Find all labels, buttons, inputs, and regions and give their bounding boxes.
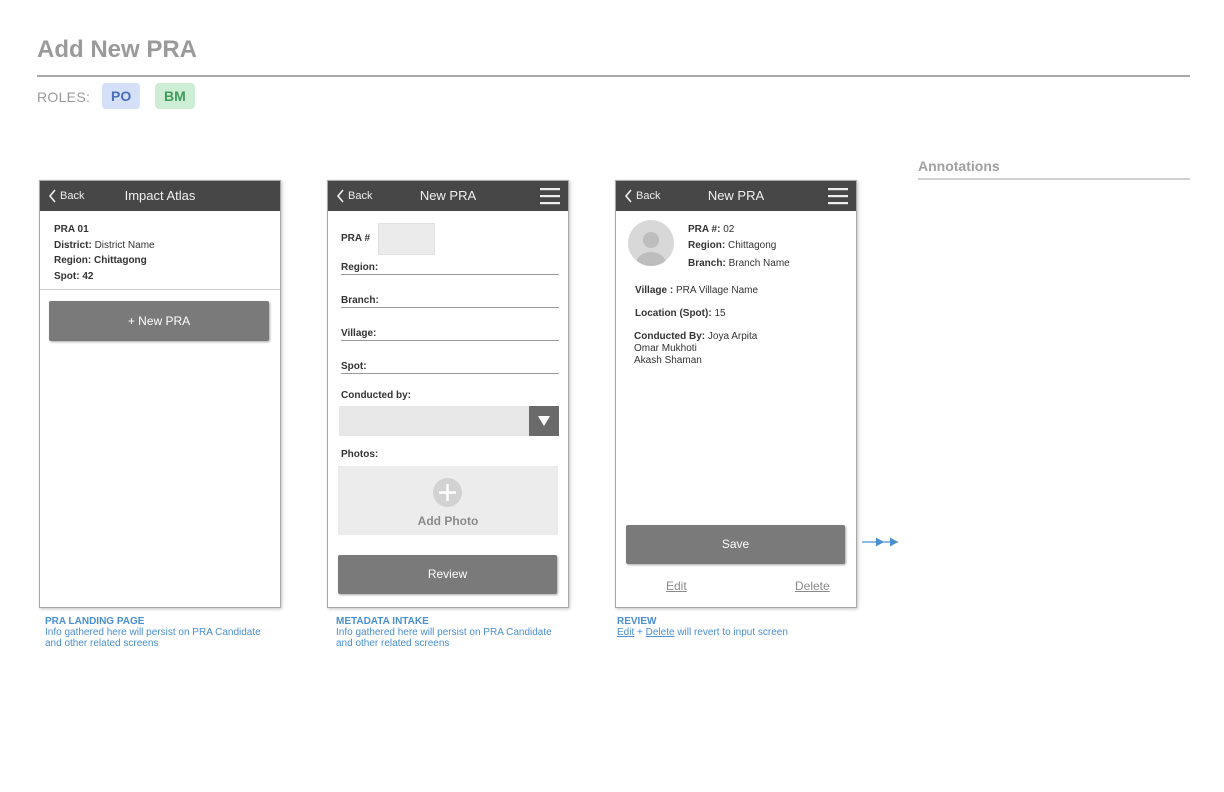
add-photo-area[interactable]: Add Photo [338,466,558,535]
pra-number-row: PRA #: 02 [688,224,734,235]
dropdown-arrow-icon[interactable] [529,406,559,436]
region-label: Region: [54,255,92,266]
chevron-left-icon [624,189,632,203]
spot-field-label: Spot: [341,361,367,372]
location-label: Location (Spot): [635,308,712,319]
branch-value: Branch Name [728,258,790,269]
pra-number-label: PRA #: [688,224,721,235]
back-button[interactable]: Back [336,181,372,211]
hamburger-menu-icon[interactable] [540,187,560,205]
caption-line: Edit + Delete will revert to input scree… [617,627,857,638]
add-photo-label: Add Photo [417,514,479,528]
branch-row: Branch: Branch Name [688,258,790,269]
village-input[interactable] [341,340,559,341]
app-bar: Back New PRA [328,181,568,211]
back-button[interactable]: Back [624,181,660,211]
conducted-person: Omar Mukhoti [634,343,697,354]
pra-id: PRA 01 [54,224,89,235]
review-button[interactable]: Review [338,555,557,594]
role-badge-bm: BM [155,83,195,109]
pra-number-value: 02 [723,224,735,235]
user-avatar-icon [628,220,674,266]
caption-line: and other related screens [45,638,159,649]
back-label: Back [348,190,373,202]
conducted-person: Akash Shaman [634,355,702,366]
card-divider [40,289,280,290]
conducted-by-label: Conducted By: [634,331,706,342]
region-row: Region: Chittagong [688,240,776,251]
annotations-divider [918,178,1190,180]
district-value: District Name [94,240,155,251]
phone-review: Back New PRA PRA #: 02 Region: Chittagon… [615,180,857,608]
spot-row: Spot: 42 [54,271,93,282]
caption-line: Info gathered here will persist on PRA C… [336,627,552,638]
back-label: Back [60,190,85,202]
phone-metadata-intake: Back New PRA PRA # Region: Branch: Villa… [327,180,569,608]
region-input[interactable] [341,274,559,275]
caption-line: and other related screens [336,638,450,649]
village-row: Village : PRA Village Name [635,285,758,296]
caption-review: REVIEW Edit + Delete will revert to inpu… [617,616,857,638]
branch-input[interactable] [341,307,559,308]
region-value: Chittagong [94,255,147,266]
annotations-title: Annotations [918,158,1000,174]
caption-metadata: METADATA INTAKE Info gathered here will … [336,616,576,649]
caption-rest: will revert to input screen [677,627,788,638]
district-row: District: District Name [54,240,155,251]
region-row: Region: Chittagong [54,255,147,266]
caption-landing: PRA LANDING PAGE Info gathered here will… [45,616,285,649]
app-bar: Back New PRA [616,181,856,211]
region-field-label: Region: [341,262,379,273]
caption-title: METADATA INTAKE [336,616,429,627]
back-label: Back [636,190,661,202]
photos-label: Photos: [341,449,379,460]
conducted-by-select[interactable] [339,406,559,436]
pra-number-input[interactable] [378,223,435,255]
app-bar: Back Impact Atlas [40,181,280,211]
edit-link[interactable]: Edit [666,579,687,593]
branch-field-label: Branch: [341,295,379,306]
caption-title: REVIEW [617,616,657,627]
title-divider [37,75,1190,77]
region-value: Chittagong [728,240,777,251]
save-button[interactable]: Save [626,525,845,564]
conducted-by-label: Conducted by: [341,390,411,401]
flow-arrow-icon [862,537,898,547]
chevron-left-icon [336,189,344,203]
caption-delete-link[interactable]: Delete [646,627,675,638]
caption-edit-link[interactable]: Edit [617,627,634,638]
spot-label: Spot: [54,271,80,282]
caption-line: Info gathered here will persist on PRA C… [45,627,261,638]
district-label: District: [54,240,92,251]
spot-input[interactable] [341,373,559,374]
back-button[interactable]: Back [48,181,84,211]
village-value: PRA Village Name [675,285,759,296]
chevron-left-icon [48,189,56,203]
conducted-person: Joya Arpita [707,331,758,342]
role-badge-po: PO [102,83,141,109]
location-value: 15 [714,308,726,319]
pra-number-label: PRA # [341,233,371,244]
branch-label: Branch: [688,258,726,269]
region-label: Region: [688,240,726,251]
conducted-by-row: Conducted By: Joya Arpita [634,331,757,342]
roles-label: ROLES: [37,89,91,105]
new-pra-button[interactable]: + New PRA [49,301,269,341]
village-label: Village : [635,285,674,296]
location-row: Location (Spot): 15 [635,308,726,319]
hamburger-menu-icon[interactable] [828,187,848,205]
page-title: Add New PRA [37,36,198,63]
village-field-label: Village: [341,328,377,339]
caption-title: PRA LANDING PAGE [45,616,145,627]
delete-link[interactable]: Delete [795,579,830,593]
plus-icon [433,478,462,507]
phone-landing-page: Back Impact Atlas PRA 01 District: Distr… [39,180,281,608]
caption-plus: + [637,627,643,638]
spot-value: 42 [82,271,94,282]
